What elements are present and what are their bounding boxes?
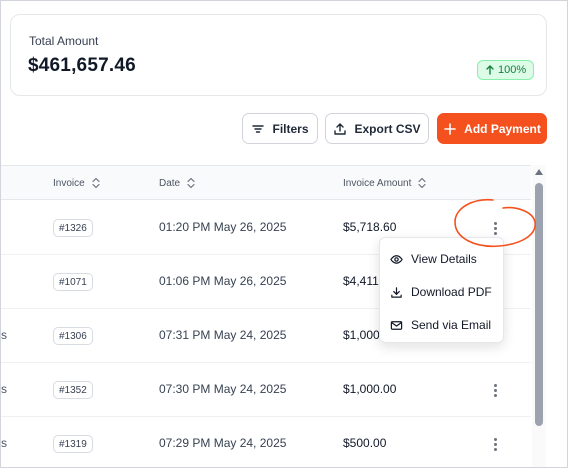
date-cell: 07:29 PM May 24, 2025: [159, 436, 287, 450]
column-amount-label: Invoice Amount: [343, 177, 412, 189]
column-invoice-amount[interactable]: Invoice Amount: [343, 177, 427, 189]
download-icon: [391, 286, 402, 298]
plus-icon: [444, 122, 456, 135]
column-invoice[interactable]: Invoice: [53, 177, 101, 189]
sort-icon: [418, 177, 426, 189]
row-actions-button[interactable]: [489, 435, 501, 453]
arrow-up-icon: [486, 65, 494, 75]
truncated-cell: s: [1, 328, 7, 342]
change-badge: 100%: [477, 60, 535, 80]
invoice-chip[interactable]: #1352: [53, 381, 93, 399]
upload-icon: [334, 122, 347, 135]
table-row[interactable]: s #1319 07:29 PM May 24, 2025 $500.00: [1, 417, 531, 467]
amount-cell: $500.00: [343, 436, 387, 450]
sort-icon: [187, 177, 195, 189]
sort-icon: [92, 177, 100, 189]
column-date-label: Date: [159, 177, 181, 189]
mail-icon: [390, 320, 403, 330]
table-row[interactable]: s #1352 07:30 PM May 24, 2025 $1,000.00: [1, 363, 531, 417]
amount-cell: $4,411.: [343, 274, 383, 288]
row-actions-button[interactable]: [489, 381, 501, 399]
menu-item-send-email[interactable]: Send via Email: [380, 310, 505, 340]
change-value: 100%: [498, 64, 527, 76]
column-invoice-label: Invoice: [53, 177, 85, 189]
download-pdf-label: Download PDF: [411, 285, 492, 299]
date-cell: 07:31 PM May 24, 2025: [159, 328, 287, 342]
send-email-label: Send via Email: [411, 318, 492, 332]
menu-item-view-details[interactable]: View Details: [380, 244, 505, 274]
invoice-chip[interactable]: #1326: [53, 219, 93, 237]
row-actions-button[interactable]: [489, 219, 501, 237]
add-payment-button[interactable]: Add Payment: [437, 113, 547, 144]
scroll-up-arrow-icon[interactable]: [535, 169, 543, 175]
export-csv-label: Export CSV: [354, 121, 421, 136]
truncated-cell: s: [1, 436, 7, 450]
export-csv-button[interactable]: Export CSV: [325, 113, 429, 144]
total-amount-card: Total Amount $461,657.46 100%: [10, 14, 547, 96]
view-details-label: View Details: [411, 252, 477, 266]
scrollbar-thumb[interactable]: [535, 183, 543, 426]
payments-page: Total Amount $461,657.46 100% Filters Ex…: [0, 0, 568, 468]
amount-cell: $5,718.60: [343, 220, 397, 234]
amount-cell: $1,000.: [343, 328, 384, 342]
date-cell: 01:20 PM May 26, 2025: [159, 220, 287, 234]
filters-label: Filters: [272, 121, 309, 136]
add-payment-label: Add Payment: [464, 121, 541, 136]
eye-icon: [390, 254, 403, 264]
truncated-cell: s: [1, 382, 7, 396]
table-header: Invoice Date Invoice Amount: [1, 165, 531, 200]
invoice-chip[interactable]: #1319: [53, 435, 93, 453]
column-date[interactable]: Date: [159, 177, 196, 189]
invoice-chip[interactable]: #1306: [53, 327, 93, 345]
more-vertical-icon: [493, 437, 497, 441]
more-vertical-icon: [493, 221, 497, 225]
more-vertical-icon: [493, 383, 497, 387]
date-cell: 07:30 PM May 24, 2025: [159, 382, 287, 396]
total-amount-value: $461,657.46: [28, 55, 136, 76]
row-actions-menu: View Details Download PDF Send via Email: [379, 237, 504, 343]
filters-button[interactable]: Filters: [242, 113, 318, 144]
filter-lines-icon: [252, 124, 265, 133]
menu-item-download-pdf[interactable]: Download PDF: [380, 277, 505, 307]
date-cell: 01:06 PM May 26, 2025: [159, 274, 287, 288]
invoice-chip[interactable]: #1071: [53, 273, 93, 291]
total-amount-label: Total Amount: [29, 34, 99, 48]
amount-cell: $1,000.00: [343, 382, 397, 396]
